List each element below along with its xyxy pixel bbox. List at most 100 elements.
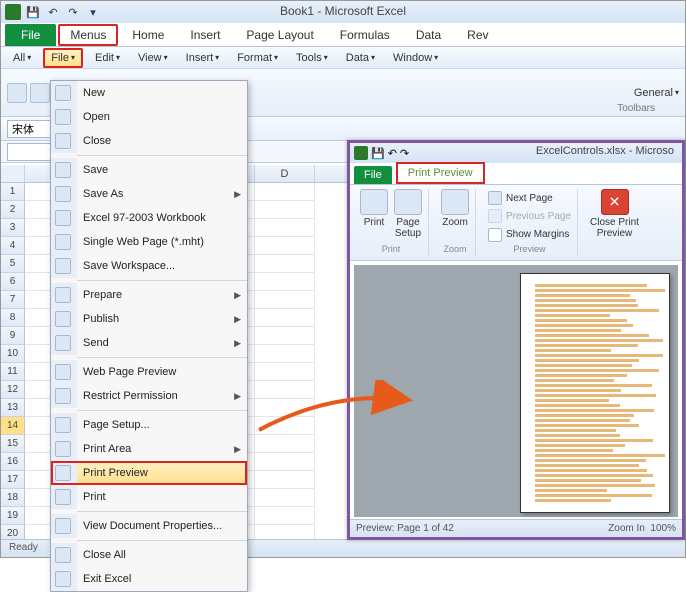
cell[interactable]: [255, 237, 315, 255]
tab-data[interactable]: Data: [404, 24, 453, 46]
cell[interactable]: [255, 201, 315, 219]
cell[interactable]: [255, 435, 315, 453]
tab-file[interactable]: File: [5, 24, 56, 46]
tab-formulas[interactable]: Formulas: [328, 24, 402, 46]
menu-item-excel9703[interactable]: Excel 97-2003 Workbook: [51, 206, 247, 230]
pp-print-button[interactable]: Print: [360, 189, 388, 239]
tab-insert[interactable]: Insert: [178, 24, 232, 46]
cell[interactable]: [255, 327, 315, 345]
menu-item-print-area[interactable]: Print Area▶: [51, 437, 247, 461]
row-header[interactable]: 11: [1, 363, 25, 381]
save-qat-icon[interactable]: 💾: [371, 147, 385, 160]
cell[interactable]: [255, 453, 315, 471]
row-header[interactable]: 14: [1, 417, 25, 435]
row-header[interactable]: 4: [1, 237, 25, 255]
col-header-d[interactable]: D: [255, 165, 315, 182]
row-header[interactable]: 17: [1, 471, 25, 489]
cell[interactable]: [255, 399, 315, 417]
menu-item-restrict[interactable]: Restrict Permission▶: [51, 384, 247, 408]
menu-item-web-preview[interactable]: Web Page Preview: [51, 360, 247, 384]
menu-item-close-all[interactable]: Close All: [51, 543, 247, 567]
row-header[interactable]: 6: [1, 273, 25, 291]
menu-edit[interactable]: Edit▾: [89, 50, 126, 66]
row-header[interactable]: 16: [1, 453, 25, 471]
new-icon[interactable]: [7, 83, 27, 103]
tab-menus[interactable]: Menus: [58, 24, 118, 46]
menu-item-save-as[interactable]: Save As▶: [51, 182, 247, 206]
pp-tab-print-preview[interactable]: Print Preview: [396, 162, 485, 184]
menu-item-open[interactable]: Open: [51, 105, 247, 129]
row-header[interactable]: 15: [1, 435, 25, 453]
close-all-icon: [55, 547, 71, 563]
menu-view[interactable]: View▾: [132, 50, 174, 66]
pp-tab-file[interactable]: File: [354, 166, 392, 184]
menu-item-print[interactable]: Print: [51, 485, 247, 509]
row-header[interactable]: 18: [1, 489, 25, 507]
pp-show-margins-checkbox[interactable]: Show Margins: [488, 226, 569, 244]
cell[interactable]: [255, 363, 315, 381]
pp-close-preview-button[interactable]: Close Print Preview: [590, 189, 639, 239]
cell[interactable]: [255, 417, 315, 435]
cell[interactable]: [255, 219, 315, 237]
menu-insert[interactable]: Insert▾: [180, 50, 226, 66]
cell[interactable]: [255, 255, 315, 273]
menu-file[interactable]: File▾: [43, 48, 83, 68]
menu-tools[interactable]: Tools▾: [290, 50, 334, 66]
menu-item-save-workspace[interactable]: Save Workspace...: [51, 254, 247, 278]
cell[interactable]: [255, 291, 315, 309]
row-header[interactable]: 10: [1, 345, 25, 363]
menu-all[interactable]: All▾: [7, 50, 37, 66]
menu-item-page-setup[interactable]: Page Setup...: [51, 413, 247, 437]
cell[interactable]: [255, 273, 315, 291]
pp-page-setup-button[interactable]: Page Setup: [394, 189, 422, 239]
row-header[interactable]: 8: [1, 309, 25, 327]
menu-item-single-web[interactable]: Single Web Page (*.mht): [51, 230, 247, 254]
menu-item-view-props[interactable]: View Document Properties...: [51, 514, 247, 538]
row-header[interactable]: 2: [1, 201, 25, 219]
cell[interactable]: [255, 381, 315, 399]
cell[interactable]: [255, 345, 315, 363]
qat-more-icon[interactable]: ▾: [85, 4, 101, 20]
menu-format[interactable]: Format▾: [231, 50, 284, 66]
menu-item-new[interactable]: New: [51, 81, 247, 105]
row-header[interactable]: 19: [1, 507, 25, 525]
undo-qat-icon[interactable]: ↶: [45, 4, 61, 20]
redo-qat-icon[interactable]: ↷: [65, 4, 81, 20]
general-combo[interactable]: General▾: [634, 87, 679, 99]
row-header[interactable]: 9: [1, 327, 25, 345]
menu-item-exit[interactable]: Exit Excel: [51, 567, 247, 591]
tab-page-layout[interactable]: Page Layout: [234, 24, 325, 46]
print-preview-icon: [55, 465, 71, 481]
pp-preview-canvas[interactable]: [354, 265, 678, 517]
row-header[interactable]: 5: [1, 255, 25, 273]
menu-item-send[interactable]: Send▶: [51, 331, 247, 355]
menu-item-close[interactable]: Close: [51, 129, 247, 153]
save-qat-icon[interactable]: 💾: [25, 4, 41, 20]
row-header[interactable]: 7: [1, 291, 25, 309]
pp-zoom-button[interactable]: Zoom: [441, 189, 469, 228]
open-icon[interactable]: [30, 83, 50, 103]
select-all-corner[interactable]: [1, 165, 25, 182]
cell[interactable]: [255, 309, 315, 327]
cell[interactable]: [255, 471, 315, 489]
menu-item-publish[interactable]: Publish▶: [51, 307, 247, 331]
menu-data[interactable]: Data▾: [340, 50, 381, 66]
menu-item-prepare[interactable]: Prepare▶: [51, 283, 247, 307]
row-header[interactable]: 13: [1, 399, 25, 417]
cell[interactable]: [255, 507, 315, 525]
tab-home[interactable]: Home: [120, 24, 176, 46]
printer-icon: [360, 189, 388, 215]
tab-review[interactable]: Rev: [455, 24, 500, 46]
cell[interactable]: [255, 183, 315, 201]
row-header[interactable]: 1: [1, 183, 25, 201]
redo-qat-icon[interactable]: ↷: [400, 147, 409, 160]
cell[interactable]: [255, 489, 315, 507]
pp-next-page-button[interactable]: Next Page: [488, 189, 553, 207]
pp-zoom-label[interactable]: Zoom In: [608, 523, 645, 534]
row-header[interactable]: 3: [1, 219, 25, 237]
menu-item-print-preview[interactable]: Print Preview: [51, 461, 247, 485]
undo-qat-icon[interactable]: ↶: [388, 147, 397, 160]
row-header[interactable]: 12: [1, 381, 25, 399]
menu-item-save[interactable]: Save: [51, 158, 247, 182]
menu-window[interactable]: Window▾: [387, 50, 444, 66]
